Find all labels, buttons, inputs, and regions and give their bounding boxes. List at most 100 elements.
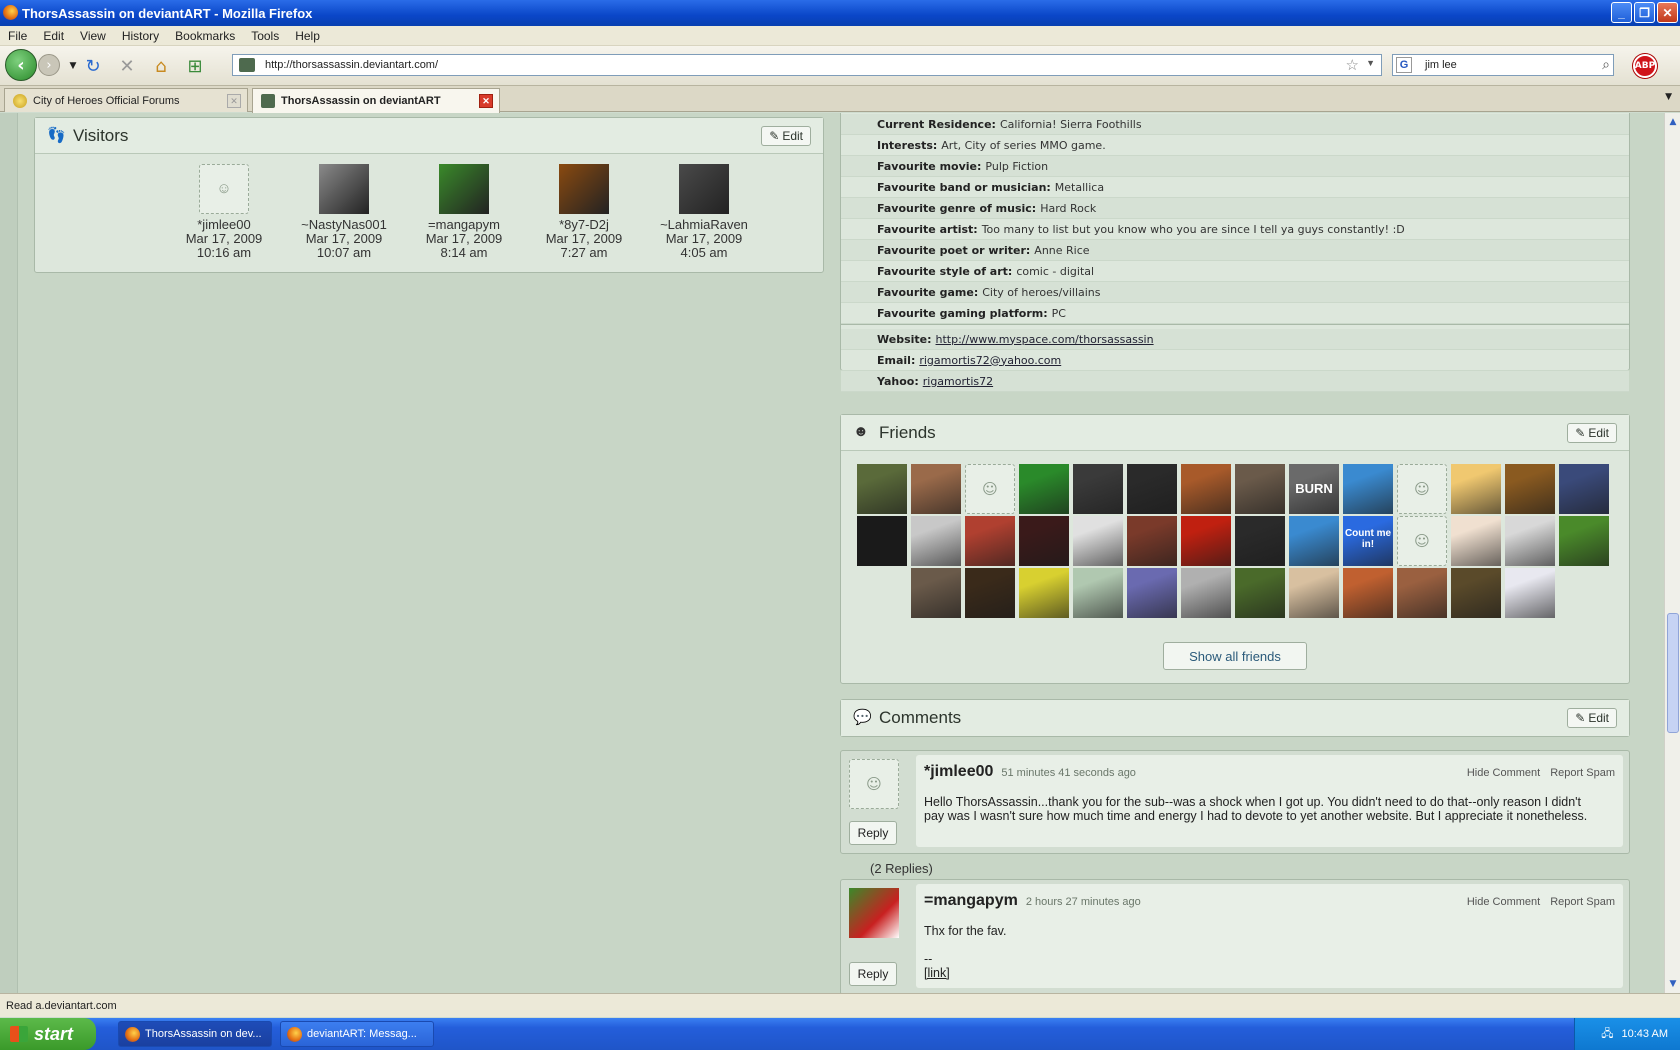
friend-avatar[interactable] (1289, 516, 1339, 566)
friend-avatar[interactable] (1451, 516, 1501, 566)
friend-avatar[interactable] (1289, 568, 1339, 618)
visitor-item[interactable]: ☺ *jimlee00 Mar 17, 2009 10:16 am (169, 164, 279, 260)
profile-value[interactable]: rigamortis72 (923, 375, 993, 388)
profile-value[interactable]: rigamortis72@yahoo.com (919, 354, 1061, 367)
visitors-edit-button[interactable]: ✎ Edit (761, 126, 811, 146)
friend-avatar[interactable]: BURN (1289, 464, 1339, 514)
friend-avatar[interactable]: ☺ (1397, 464, 1447, 514)
visitor-avatar[interactable] (439, 164, 489, 214)
friend-avatar[interactable] (1235, 568, 1285, 618)
search-icon[interactable]: ⌕ (1602, 56, 1610, 73)
visitor-avatar[interactable] (319, 164, 369, 214)
tab-city-of-heroes[interactable]: City of Heroes Official Forums ✕ (4, 88, 248, 112)
replies-count[interactable]: (2 Replies) (870, 861, 933, 876)
friend-avatar[interactable] (1235, 464, 1285, 514)
reply-button[interactable]: Reply (849, 821, 897, 845)
visitor-avatar[interactable]: ☺ (199, 164, 249, 214)
page-scrollbar[interactable]: ▲ ▼ (1664, 113, 1680, 993)
scroll-thumb[interactable] (1667, 613, 1679, 733)
tab-list-icon[interactable]: ▼ (1665, 92, 1672, 102)
report-spam-link[interactable]: Report Spam (1550, 896, 1615, 908)
friend-avatar[interactable] (1127, 516, 1177, 566)
hide-comment-link[interactable]: Hide Comment (1467, 767, 1540, 779)
menu-tools[interactable]: Tools (243, 29, 287, 43)
visitor-avatar[interactable] (559, 164, 609, 214)
friend-avatar[interactable] (1127, 464, 1177, 514)
reply-button[interactable]: Reply (849, 962, 897, 986)
search-input[interactable]: G jim lee ⌕ (1392, 54, 1614, 76)
friend-avatar[interactable] (1505, 516, 1555, 566)
tab-close-icon[interactable]: ✕ (479, 94, 493, 108)
start-button[interactable]: start (0, 1018, 96, 1050)
visitor-item[interactable]: ~NastyNas001 Mar 17, 2009 10:07 am (289, 164, 399, 260)
maximize-button[interactable]: ❐ (1634, 2, 1655, 23)
friend-avatar[interactable] (1343, 464, 1393, 514)
report-spam-link[interactable]: Report Spam (1550, 767, 1615, 779)
friend-avatar[interactable] (965, 568, 1015, 618)
scroll-down-icon[interactable]: ▼ (1666, 977, 1680, 991)
friend-avatar[interactable]: Count me in! (1343, 516, 1393, 566)
tab-deviantart[interactable]: ThorsAssassin on deviantART ✕ (252, 88, 500, 113)
friend-avatar[interactable] (1019, 568, 1069, 618)
new-tab-icon[interactable]: ⊞ (184, 55, 206, 77)
hide-comment-link[interactable]: Hide Comment (1467, 896, 1540, 908)
reload-icon[interactable]: ↻ (82, 55, 104, 77)
back-button[interactable]: ‹ (5, 49, 37, 81)
friend-avatar[interactable] (1127, 568, 1177, 618)
menu-bookmarks[interactable]: Bookmarks (167, 29, 243, 43)
url-bar[interactable]: http://thorsassassin.deviantart.com/ ☆ ▼ (232, 54, 1382, 76)
forward-button[interactable]: › (38, 54, 60, 76)
bookmark-star-icon[interactable]: ☆ (1346, 56, 1359, 74)
author-name[interactable]: =mangapym (924, 892, 1018, 909)
profile-value[interactable]: http://www.myspace.com/thorsassassin (936, 333, 1154, 346)
visitor-name[interactable]: *8y7-D2j (529, 218, 639, 232)
friend-avatar[interactable] (1451, 464, 1501, 514)
history-dropdown-icon[interactable]: ▼ (62, 55, 84, 77)
home-icon[interactable]: ⌂ (150, 55, 172, 77)
friend-avatar[interactable] (1019, 464, 1069, 514)
friend-avatar[interactable] (1505, 568, 1555, 618)
friend-avatar[interactable] (965, 516, 1015, 566)
friends-edit-button[interactable]: ✎ Edit (1567, 423, 1617, 443)
friend-avatar[interactable]: ☺ (1397, 516, 1447, 566)
commenter-avatar[interactable] (849, 888, 899, 938)
url-dropdown-icon[interactable]: ▼ (1366, 58, 1375, 68)
menu-history[interactable]: History (114, 29, 167, 43)
menu-edit[interactable]: Edit (35, 29, 72, 43)
friend-avatar[interactable] (1343, 568, 1393, 618)
stop-icon[interactable]: ✕ (116, 55, 138, 77)
friend-avatar[interactable] (911, 464, 961, 514)
visitor-item[interactable]: *8y7-D2j Mar 17, 2009 7:27 am (529, 164, 639, 260)
friend-avatar[interactable] (1451, 568, 1501, 618)
close-button[interactable]: ✕ (1657, 2, 1678, 23)
author-name[interactable]: *jimlee00 (924, 763, 993, 780)
visitor-item[interactable]: ~LahmiaRaven Mar 17, 2009 4:05 am (649, 164, 759, 260)
comments-edit-button[interactable]: ✎ Edit (1567, 708, 1617, 728)
friend-avatar[interactable] (1181, 516, 1231, 566)
menu-file[interactable]: File (0, 29, 35, 43)
friend-avatar[interactable] (1073, 464, 1123, 514)
taskbar-item-deviantart-messages[interactable]: deviantART: Messag... (280, 1021, 434, 1047)
comment-author[interactable]: =mangapym 2 hours 27 minutes ago (924, 892, 1141, 910)
friend-avatar[interactable] (857, 516, 907, 566)
friend-avatar[interactable] (911, 568, 961, 618)
minimize-button[interactable]: _ (1611, 2, 1632, 23)
friend-avatar[interactable] (1235, 516, 1285, 566)
friend-avatar[interactable] (1073, 516, 1123, 566)
friend-avatar[interactable] (1397, 568, 1447, 618)
show-all-friends-button[interactable]: Show all friends (1163, 642, 1307, 670)
friend-avatar[interactable] (1181, 568, 1231, 618)
friend-avatar[interactable] (1505, 464, 1555, 514)
friend-avatar[interactable] (1181, 464, 1231, 514)
friend-avatar[interactable] (1073, 568, 1123, 618)
comment-author[interactable]: *jimlee00 51 minutes 41 seconds ago (924, 763, 1136, 781)
visitor-name[interactable]: =mangapym (409, 218, 519, 232)
friend-avatar[interactable] (911, 516, 961, 566)
comment-link[interactable]: [link] (924, 966, 1603, 980)
visitor-name[interactable]: ~NastyNas001 (289, 218, 399, 232)
commenter-avatar[interactable]: ☺ (849, 759, 899, 809)
tab-close-icon[interactable]: ✕ (227, 94, 241, 108)
friend-avatar[interactable]: ☺ (965, 464, 1015, 514)
visitor-item[interactable]: =mangapym Mar 17, 2009 8:14 am (409, 164, 519, 260)
visitor-name[interactable]: *jimlee00 (169, 218, 279, 232)
